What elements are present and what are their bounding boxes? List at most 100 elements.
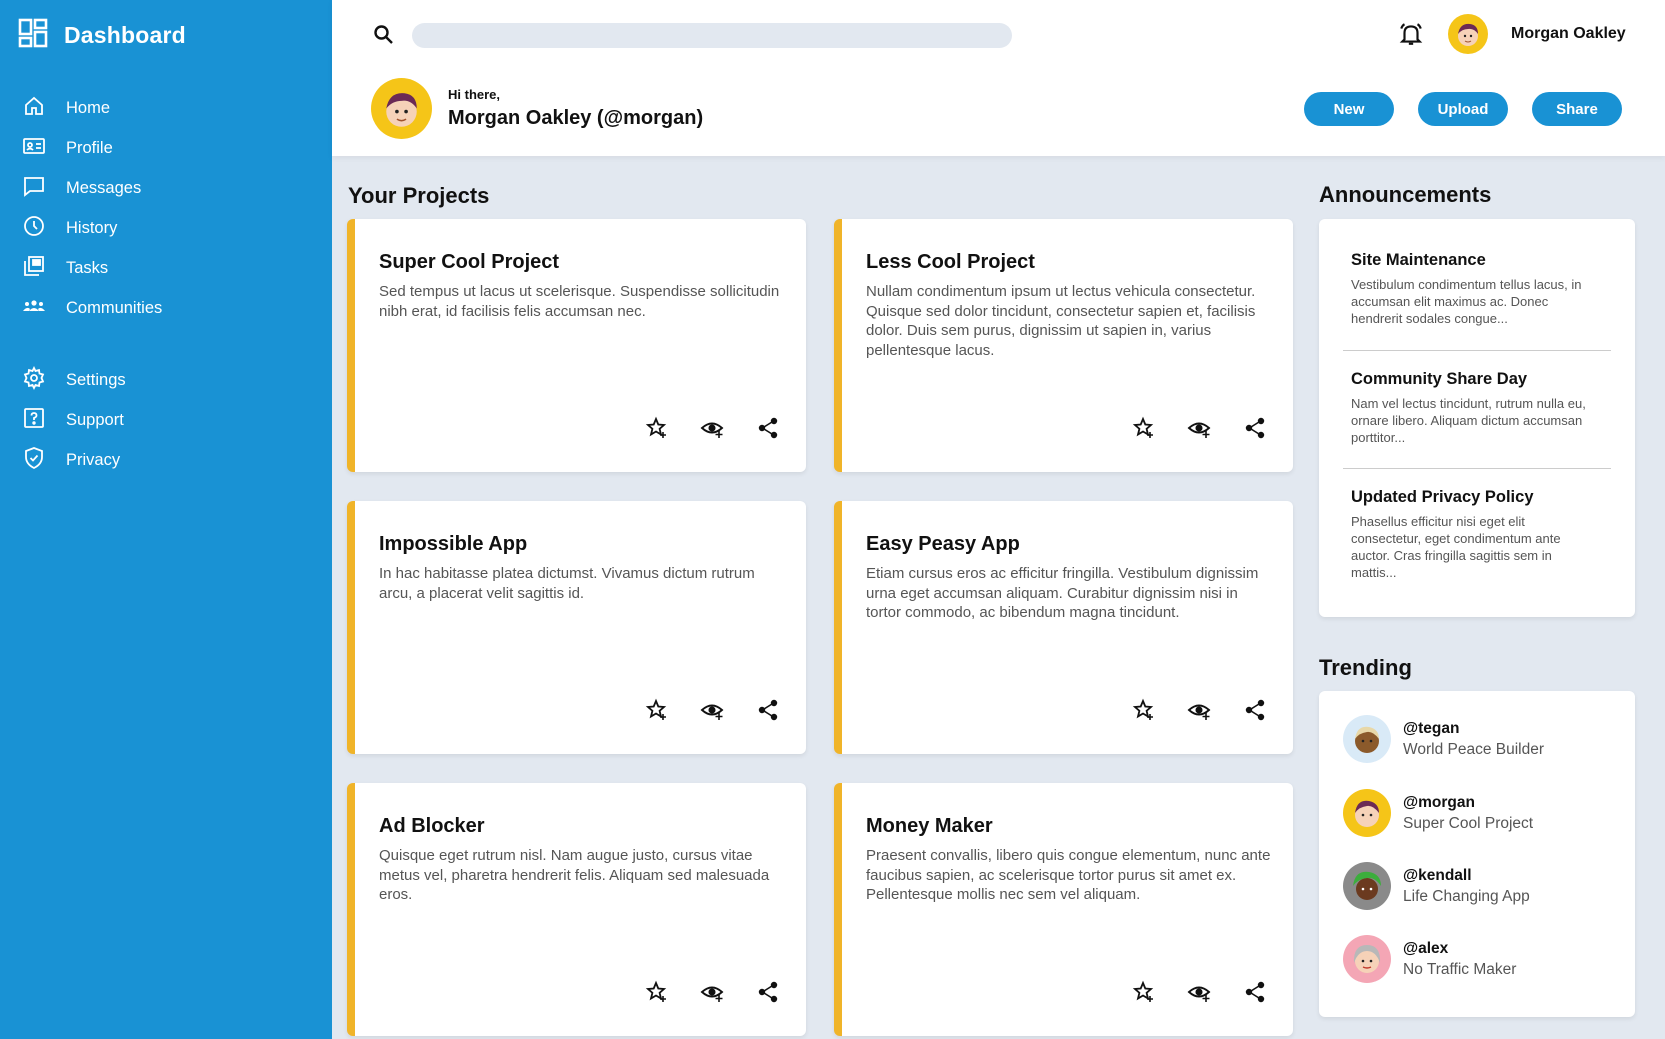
trending-user: @morgan bbox=[1403, 793, 1475, 811]
id-card-icon bbox=[22, 134, 46, 163]
trending-item[interactable]: @morgan Super Cool Project bbox=[1343, 789, 1533, 837]
avatar bbox=[1343, 935, 1391, 983]
announcement-item[interactable]: Site Maintenance Vestibulum condimentum … bbox=[1351, 251, 1591, 327]
announcements-panel: Site Maintenance Vestibulum condimentum … bbox=[1319, 219, 1635, 617]
gear-icon bbox=[22, 365, 46, 395]
sidebar-item-support[interactable]: Support bbox=[22, 406, 124, 435]
star-add-icon[interactable] bbox=[644, 980, 668, 1004]
project-description: Praesent convallis, libero quis congue e… bbox=[866, 847, 1271, 903]
share-icon[interactable] bbox=[756, 980, 780, 1004]
sidebar: Dashboard Home Profile Messages History … bbox=[0, 0, 332, 1039]
project-title: Ad Blocker bbox=[379, 815, 485, 837]
share-icon[interactable] bbox=[756, 698, 780, 722]
avatar bbox=[1343, 862, 1391, 910]
announcement-body: Nam vel lectus tincidunt, rutrum nulla e… bbox=[1351, 396, 1586, 445]
sidebar-item-label: History bbox=[66, 219, 118, 237]
trending-project: World Peace Builder bbox=[1403, 740, 1545, 758]
sidebar-item-label: Messages bbox=[66, 179, 142, 197]
watch-icon[interactable] bbox=[1187, 416, 1211, 440]
bell-icon[interactable] bbox=[1398, 21, 1424, 47]
share-button[interactable]: Share bbox=[1532, 92, 1622, 126]
header: Morgan Oakley Hi there, Morgan Oakley (@… bbox=[332, 0, 1665, 156]
greeting: Hi there, bbox=[448, 87, 501, 102]
watch-icon[interactable] bbox=[700, 416, 724, 440]
project-description: Etiam cursus eros ac efficitur fringilla… bbox=[866, 565, 1259, 621]
project-card[interactable]: Super Cool Project Sed tempus ut lacus ut… bbox=[347, 219, 806, 472]
trending-project: Life Changing App bbox=[1403, 887, 1530, 905]
share-icon[interactable] bbox=[756, 416, 780, 440]
divider bbox=[1343, 468, 1611, 469]
new-button[interactable]: New bbox=[1304, 92, 1394, 126]
share-icon[interactable] bbox=[1243, 980, 1267, 1004]
card-actions bbox=[644, 698, 780, 722]
card-actions bbox=[1131, 698, 1267, 722]
trending-item[interactable]: @tegan World Peace Builder bbox=[1343, 715, 1544, 763]
app-title: Dashboard bbox=[64, 22, 186, 48]
message-icon bbox=[22, 174, 46, 203]
greeting-name: Morgan Oakley (@morgan) bbox=[448, 107, 704, 129]
sidebar-item-profile[interactable]: Profile bbox=[22, 134, 113, 163]
upload-button[interactable]: Upload bbox=[1418, 92, 1508, 126]
watch-icon[interactable] bbox=[700, 698, 724, 722]
sidebar-item-label: Settings bbox=[66, 371, 126, 389]
brand[interactable]: Dashboard bbox=[18, 18, 186, 53]
project-title: Super Cool Project bbox=[379, 251, 560, 273]
watch-icon[interactable] bbox=[1187, 980, 1211, 1004]
project-title: Less Cool Project bbox=[866, 251, 1035, 273]
sidebar-item-label: Privacy bbox=[66, 451, 121, 469]
share-icon[interactable] bbox=[1243, 416, 1267, 440]
card-actions bbox=[1131, 980, 1267, 1004]
project-description: Nullam condimentum ipsum ut lectus vehic… bbox=[866, 283, 1256, 359]
avatar[interactable] bbox=[1448, 14, 1488, 54]
star-add-icon[interactable] bbox=[1131, 416, 1155, 440]
announcement-item[interactable]: Community Share Day Nam vel lectus tinci… bbox=[1351, 370, 1591, 446]
star-add-icon[interactable] bbox=[1131, 698, 1155, 722]
sidebar-item-settings[interactable]: Settings bbox=[22, 365, 126, 395]
sidebar-item-communities[interactable]: Communities bbox=[22, 294, 162, 323]
project-description: Quisque eget rutrum nisl. Nam augue just… bbox=[379, 847, 770, 903]
project-title: Easy Peasy App bbox=[866, 533, 1020, 555]
announcements-title: Announcements bbox=[1319, 182, 1492, 207]
sidebar-item-label: Communities bbox=[66, 299, 163, 317]
trending-user: @alex bbox=[1403, 939, 1449, 957]
project-card[interactable]: Ad Blocker Quisque eget rutrum nisl. Nam … bbox=[347, 783, 806, 1036]
announcement-title: Site Maintenance bbox=[1351, 251, 1486, 269]
watch-icon[interactable] bbox=[1187, 698, 1211, 722]
sidebar-item-label: Home bbox=[66, 99, 111, 117]
sidebar-item-tasks[interactable]: Tasks bbox=[22, 254, 108, 283]
announcement-title: Community Share Day bbox=[1351, 370, 1528, 388]
sidebar-item-home[interactable]: Home bbox=[22, 94, 110, 123]
trending-title: Trending bbox=[1319, 655, 1412, 680]
help-icon bbox=[22, 406, 46, 435]
sidebar-item-history[interactable]: History bbox=[22, 214, 117, 243]
project-card[interactable]: Money Maker Praesent convallis, libero qu… bbox=[834, 783, 1293, 1036]
share-icon[interactable] bbox=[1243, 698, 1267, 722]
trending-item[interactable]: @alex No Traffic Maker bbox=[1343, 935, 1516, 983]
avatar bbox=[1343, 789, 1391, 837]
sidebar-item-privacy[interactable]: Privacy bbox=[22, 446, 120, 475]
announcement-body: Vestibulum condimentum tellus lacus, in … bbox=[1351, 277, 1582, 326]
star-add-icon[interactable] bbox=[1131, 980, 1155, 1004]
shield-icon bbox=[22, 446, 46, 475]
card-actions bbox=[1131, 416, 1267, 440]
trending-item[interactable]: @kendall Life Changing App bbox=[1343, 862, 1530, 910]
sidebar-item-label: Profile bbox=[66, 139, 113, 157]
project-card[interactable]: Easy Peasy App Etiam cursus eros ac effic… bbox=[834, 501, 1293, 754]
star-add-icon[interactable] bbox=[644, 416, 668, 440]
header-username[interactable]: Morgan Oakley bbox=[1511, 25, 1626, 43]
trending-panel: @tegan World Peace Builder @morgan Super… bbox=[1319, 691, 1635, 1017]
sidebar-item-messages[interactable]: Messages bbox=[22, 174, 141, 203]
project-card[interactable]: Impossible App In hac habitasse platea di… bbox=[347, 501, 806, 754]
announcement-title: Updated Privacy Policy bbox=[1351, 488, 1534, 506]
announcement-item[interactable]: Updated Privacy Policy Phasellus efficit… bbox=[1351, 488, 1591, 581]
project-card[interactable]: Less Cool Project Nullam condimentum ipsu… bbox=[834, 219, 1293, 472]
trending-user: @tegan bbox=[1403, 719, 1460, 737]
people-icon bbox=[22, 294, 46, 323]
project-description: In hac habitasse platea dictumst. Vivamu… bbox=[379, 565, 755, 602]
project-description: Sed tempus ut lacus ut scelerisque. Susp… bbox=[379, 283, 780, 320]
card-actions bbox=[644, 980, 780, 1004]
star-add-icon[interactable] bbox=[644, 698, 668, 722]
search-input[interactable] bbox=[412, 23, 1012, 48]
watch-icon[interactable] bbox=[700, 980, 724, 1004]
search-icon[interactable] bbox=[372, 23, 396, 47]
